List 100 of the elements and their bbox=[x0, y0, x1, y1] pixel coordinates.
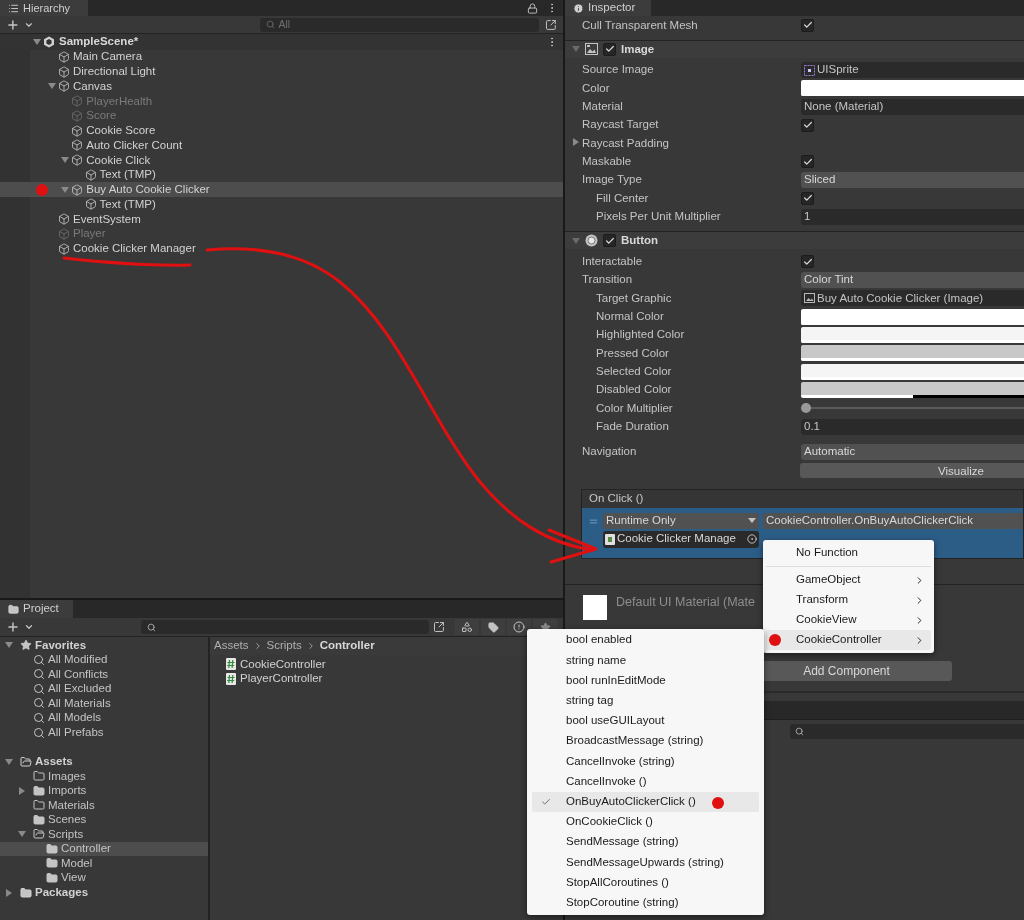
breadcrumb-item[interactable]: Assets bbox=[214, 637, 249, 655]
panel-tab[interactable]: Inspector bbox=[565, 0, 651, 16]
hierarchy-item[interactable]: Buy Auto Cookie Clicker bbox=[0, 182, 563, 197]
menu-item[interactable]: CookieController bbox=[766, 630, 931, 650]
project-tree-item[interactable]: Assets bbox=[0, 754, 208, 769]
project-tree-item[interactable]: Controller bbox=[0, 841, 208, 857]
triangle-down-icon[interactable] bbox=[18, 830, 26, 839]
color-field[interactable] bbox=[801, 363, 1024, 380]
menu-item[interactable]: SendMessage (string) bbox=[532, 831, 759, 853]
project-tree-item[interactable]: Packages bbox=[0, 885, 208, 900]
menu-item[interactable]: string tag bbox=[532, 690, 759, 711]
color-field[interactable] bbox=[801, 382, 1024, 398]
menu-item[interactable]: GameObject bbox=[766, 570, 931, 590]
component-header[interactable]: Image bbox=[565, 39, 1024, 58]
visualize-button[interactable]: Visualize bbox=[800, 462, 1024, 478]
checkbox[interactable] bbox=[801, 255, 814, 269]
project-tree-item[interactable]: Materials bbox=[0, 797, 208, 813]
menu-item[interactable]: OnBuyAutoClickerClick () bbox=[532, 791, 759, 812]
checkbox[interactable] bbox=[603, 42, 616, 56]
color-field[interactable] bbox=[801, 80, 1024, 97]
add-icon[interactable] bbox=[6, 17, 20, 32]
slider-thumb[interactable] bbox=[801, 403, 811, 414]
breadcrumb-item[interactable]: Controller bbox=[319, 637, 375, 655]
lock-icon[interactable] bbox=[527, 2, 538, 14]
menu-item[interactable]: SendMessageUpwards (string) bbox=[532, 852, 759, 873]
project-tree-item[interactable]: View bbox=[0, 870, 208, 886]
checkbox[interactable] bbox=[801, 118, 814, 132]
type-filter-button[interactable] bbox=[455, 619, 479, 635]
window-icon[interactable] bbox=[545, 18, 557, 31]
menu-item[interactable]: bool enabled bbox=[532, 630, 759, 651]
menu-item[interactable]: CancelInvoke (string) bbox=[532, 751, 759, 772]
component-header[interactable]: Button bbox=[565, 231, 1024, 250]
caret-icon[interactable] bbox=[23, 622, 34, 632]
number-field[interactable]: 1 bbox=[801, 208, 1024, 225]
hierarchy-item[interactable]: Auto Clicker Count bbox=[0, 138, 563, 153]
checkbox[interactable] bbox=[801, 191, 814, 205]
project-tree-item[interactable]: All Conflicts bbox=[0, 667, 208, 682]
project-tree-item[interactable]: Scenes bbox=[0, 812, 208, 828]
triangle-down-icon[interactable] bbox=[61, 185, 70, 194]
menu-item[interactable]: CookieView bbox=[766, 610, 931, 630]
menu-item[interactable]: StopAllCoroutines () bbox=[532, 872, 759, 893]
target-icon[interactable] bbox=[747, 534, 757, 545]
menu-item[interactable]: BroadcastMessage (string) bbox=[532, 730, 759, 752]
triangle-down-icon[interactable] bbox=[33, 37, 41, 46]
triangle-right-icon[interactable] bbox=[18, 786, 26, 795]
menu-item[interactable]: StopCoroutine (string) bbox=[532, 892, 759, 913]
add-icon[interactable] bbox=[6, 620, 20, 634]
triangle-down-icon[interactable] bbox=[61, 156, 70, 165]
project-tree-item[interactable]: Scripts bbox=[0, 827, 208, 842]
color-field[interactable] bbox=[801, 327, 1024, 343]
color-field[interactable] bbox=[801, 308, 1024, 325]
project-tree-item[interactable]: All Models bbox=[0, 710, 208, 726]
object-field[interactable]: UISprite bbox=[801, 62, 1024, 78]
hierarchy-item[interactable]: EventSystem bbox=[0, 211, 563, 227]
dropdown[interactable]: CookieController.OnBuyAutoClickerClick bbox=[763, 512, 1023, 529]
dropdown[interactable]: Sliced bbox=[801, 172, 1024, 189]
project-tree-item[interactable]: Imports bbox=[0, 783, 208, 798]
project-tree-item[interactable]: Favorites bbox=[0, 638, 208, 653]
color-field[interactable] bbox=[801, 345, 1024, 362]
dropdown[interactable]: Automatic bbox=[801, 444, 1024, 461]
object-field[interactable]: Buy Auto Cookie Clicker (Image) bbox=[801, 290, 1024, 307]
label-filter-button[interactable] bbox=[481, 619, 505, 635]
search-field[interactable] bbox=[790, 723, 1024, 739]
panel-tab[interactable]: Project bbox=[0, 600, 73, 618]
panel-tab[interactable]: Hierarchy bbox=[0, 0, 88, 16]
hierarchy-item[interactable]: Text (TMP) bbox=[0, 197, 563, 212]
checkbox[interactable] bbox=[603, 234, 616, 248]
hierarchy-item[interactable]: Main Camera bbox=[0, 49, 563, 65]
project-tree-item[interactable]: All Modified bbox=[0, 652, 208, 668]
project-tree-item[interactable]: Model bbox=[0, 856, 208, 871]
triangle-right-icon[interactable] bbox=[5, 888, 13, 897]
number-field[interactable]: 0.1 bbox=[801, 418, 1024, 435]
hierarchy-item[interactable]: Canvas bbox=[0, 79, 563, 94]
dropdown[interactable]: Runtime Only bbox=[603, 512, 759, 529]
triangle-down-icon[interactable] bbox=[48, 82, 56, 91]
checkbox[interactable] bbox=[801, 18, 814, 32]
search-field[interactable] bbox=[141, 620, 430, 634]
warning-button[interactable] bbox=[507, 619, 531, 635]
triangle-right-icon[interactable] bbox=[572, 137, 580, 146]
menu-item[interactable]: bool useGUILayout bbox=[532, 710, 759, 731]
hierarchy-item[interactable]: Directional Light bbox=[0, 64, 563, 79]
project-tree-item[interactable]: All Excluded bbox=[0, 681, 208, 697]
hierarchy-item[interactable]: Cookie Clicker Manager bbox=[0, 241, 563, 256]
object-field[interactable]: Cookie Clicker Manage bbox=[603, 530, 759, 548]
project-tree-item[interactable]: Images bbox=[0, 768, 208, 784]
triangle-down-icon[interactable] bbox=[5, 641, 13, 650]
slider[interactable] bbox=[801, 402, 1024, 415]
triangle-down-icon[interactable] bbox=[5, 757, 13, 766]
hierarchy-item[interactable]: Text (TMP) bbox=[0, 167, 563, 183]
checkbox[interactable] bbox=[801, 155, 814, 169]
menu-item[interactable]: OnCookieClick () bbox=[532, 811, 759, 832]
project-tree-item[interactable]: All Materials bbox=[0, 696, 208, 711]
breadcrumb-item[interactable]: Scripts bbox=[266, 637, 302, 655]
dropdown[interactable]: Color Tint bbox=[801, 271, 1024, 288]
menu-item[interactable]: Transform bbox=[766, 590, 931, 610]
hierarchy-item[interactable]: Cookie Score bbox=[0, 123, 563, 138]
project-tree-item[interactable]: All Prefabs bbox=[0, 725, 208, 740]
menu-item[interactable]: CancelInvoke () bbox=[532, 771, 759, 792]
object-field[interactable]: None (Material) bbox=[801, 98, 1024, 115]
window-icon[interactable] bbox=[433, 621, 445, 633]
